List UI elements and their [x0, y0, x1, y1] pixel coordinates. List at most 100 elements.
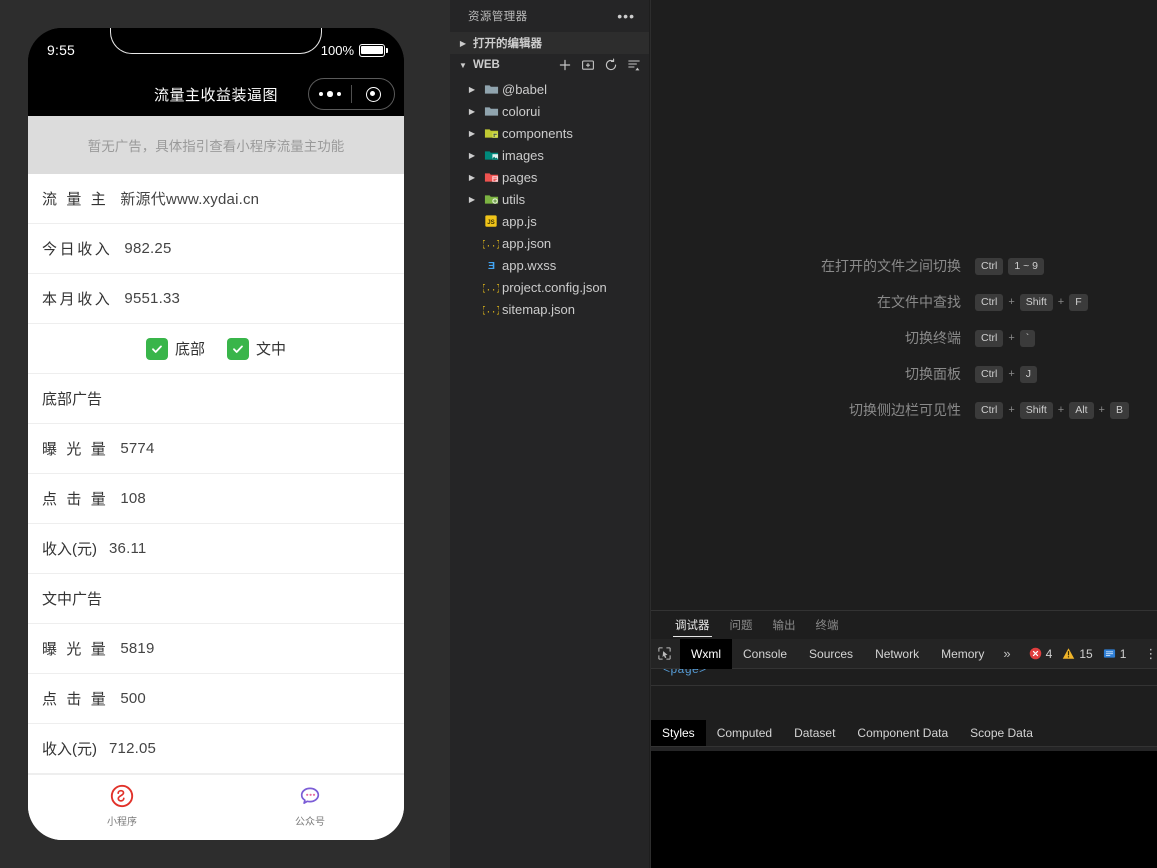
tree-item-utils[interactable]: ▶ utils: [450, 188, 649, 210]
panel-tabs: 调试器 问题 输出 终端: [651, 611, 1157, 639]
warning-count: 15: [1079, 646, 1093, 661]
tree-item-app-json[interactable]: ▶ {..} app.json: [450, 232, 649, 254]
styles-tab-scope-data[interactable]: Scope Data: [959, 720, 1044, 746]
devtools-tab-wxml[interactable]: Wxml: [680, 638, 732, 669]
chevron-right-icon[interactable]: ▶: [464, 129, 480, 138]
chevron-right-icon[interactable]: ▶: [464, 173, 480, 182]
tree-item-app-js[interactable]: ▶ JS app.js: [450, 210, 649, 232]
table-row[interactable]: 本月收入 9551.33: [28, 274, 404, 324]
section-workspace[interactable]: ▼ WEB: [450, 54, 649, 76]
check-icon[interactable]: [145, 337, 168, 360]
chevron-right-icon[interactable]: ▶: [464, 151, 480, 160]
table-row[interactable]: 点 击 量 108: [28, 474, 404, 524]
app-root: 9:55 100% 流量主收益装逼图 暂无广告，具体指引查看小程序流量主功能 流…: [0, 0, 1157, 868]
shortcut-label: 切换面板: [905, 366, 961, 382]
more-actions-icon[interactable]: •••: [617, 9, 635, 23]
tab-official-account[interactable]: 公众号: [216, 783, 404, 828]
styles-content-area: [651, 751, 1157, 868]
tab-output[interactable]: 输出: [763, 611, 806, 639]
table-row[interactable]: 收入(元) 36.11: [28, 524, 404, 574]
devtools-menu-icon[interactable]: ⋮: [1144, 647, 1157, 660]
tree-item-images[interactable]: ▶ images: [450, 144, 649, 166]
shortcut-toggle-sidebar: 切换侧边栏可见性 Ctrl + Shift + Alt + B: [651, 392, 1157, 428]
devtools-tab-memory[interactable]: Memory: [930, 639, 995, 669]
row-value: 500: [120, 690, 146, 707]
refresh-icon[interactable]: [604, 58, 618, 72]
inspect-element-icon[interactable]: [657, 646, 672, 661]
wxml-root-node[interactable]: <page>: [663, 669, 706, 677]
checkbox-bottom[interactable]: 底部: [145, 337, 205, 360]
tab-miniprogram[interactable]: 小程序: [28, 783, 216, 828]
row-value: 9551.33: [124, 290, 181, 307]
row-label: 收入(元): [42, 541, 97, 558]
collapse-all-icon[interactable]: [627, 58, 641, 72]
tree-item-label: app.js: [502, 213, 537, 229]
phone-frame: 9:55 100% 流量主收益装逼图 暂无广告，具体指引查看小程序流量主功能 流…: [28, 28, 404, 840]
styles-tab-dataset[interactable]: Dataset: [783, 720, 846, 746]
table-row[interactable]: 流 量 主 新源代www.xydai.cn: [28, 174, 404, 224]
folder-icon: [480, 192, 502, 207]
key-cap: Alt: [1069, 401, 1094, 419]
tree-item-app-wxss[interactable]: ▶ Ǝ app.wxss: [450, 254, 649, 276]
status-right: 100%: [321, 43, 388, 58]
styles-tab-computed[interactable]: Computed: [706, 720, 783, 746]
editor-area: 在打开的文件之间切换 Ctrl 1 ~ 9 在文件中查找 Ctrl + Shif…: [651, 0, 1157, 610]
tab-label: 公众号: [295, 817, 325, 828]
table-row[interactable]: 收入(元) 712.05: [28, 724, 404, 774]
tree-item-components[interactable]: ▶ components: [450, 122, 649, 144]
checkbox-inline[interactable]: 文中: [227, 337, 286, 360]
shortcut-label: 切换终端: [905, 330, 961, 346]
more-menu-icon[interactable]: [309, 91, 351, 97]
official-account-icon: [297, 783, 323, 809]
folder-icon: [480, 126, 502, 141]
tree-item-colorui[interactable]: ▶ colorui: [450, 100, 649, 122]
tab-debugger[interactable]: 调试器: [665, 611, 720, 639]
new-file-icon[interactable]: [558, 58, 572, 72]
tab-terminal[interactable]: 终端: [806, 611, 849, 639]
devtools-tab-console[interactable]: Console: [732, 639, 798, 669]
wxml-tree-view[interactable]: <page>: [651, 669, 1157, 685]
check-icon[interactable]: [227, 337, 249, 360]
key-plus: +: [1008, 368, 1015, 380]
shortcut-find-in-files: 在文件中查找 Ctrl + Shift + F: [651, 284, 1157, 320]
tree-item-project-config-json[interactable]: ▶ {..} project.config.json: [450, 276, 649, 298]
tree-item-pages[interactable]: ▶ pages: [450, 166, 649, 188]
key-cap: Ctrl: [975, 293, 1004, 311]
table-row[interactable]: 点 击 量 500: [28, 674, 404, 724]
table-row[interactable]: 今日收入 982.25: [28, 224, 404, 274]
row-value: 36.11: [109, 540, 147, 557]
svg-text:{..}: {..}: [483, 284, 499, 294]
shortcut-keys: Ctrl + Shift + F: [975, 293, 1088, 311]
table-row[interactable]: 曝 光 量 5774: [28, 424, 404, 474]
chevron-right-icon[interactable]: ▶: [464, 195, 480, 204]
chevron-right-icon[interactable]: ▶: [464, 107, 480, 116]
tree-item-babel[interactable]: ▶ @babel: [450, 78, 649, 100]
json-icon: {..}: [480, 302, 502, 316]
key-cap: J: [1019, 365, 1038, 383]
key-plus: +: [1008, 296, 1015, 308]
devtools-tab-sources[interactable]: Sources: [798, 639, 864, 669]
styles-tab-styles[interactable]: Styles: [651, 720, 706, 746]
tree-item-label: pages: [502, 169, 538, 185]
wechat-capsule[interactable]: [308, 78, 395, 110]
checkbox-label: 底部: [174, 341, 205, 358]
key-plus: +: [1098, 404, 1105, 416]
error-count: 4: [1045, 646, 1053, 661]
json-icon: {..}: [480, 280, 502, 294]
chevron-right-icon[interactable]: ▶: [464, 85, 480, 94]
devtools-tab-network[interactable]: Network: [864, 639, 930, 669]
tab-problems[interactable]: 问题: [720, 611, 763, 639]
explorer-header: 资源管理器 •••: [450, 0, 649, 32]
styles-tab-component-data[interactable]: Component Data: [846, 720, 959, 746]
tree-item-label: app.json: [502, 235, 552, 251]
devtools-overflow-icon[interactable]: »: [995, 646, 1018, 661]
explorer-sidebar: 资源管理器 ••• ▶ 打开的编辑器 ▼ WEB ▶ @babel ▶ colo…: [450, 0, 650, 868]
folder-icon: [480, 82, 502, 97]
section-open-editors[interactable]: ▶ 打开的编辑器: [450, 32, 649, 54]
close-target-icon[interactable]: [352, 86, 394, 102]
row-value: 5774: [120, 440, 155, 457]
page-body: 暂无广告，具体指引查看小程序流量主功能 流 量 主 新源代www.xydai.c…: [28, 116, 404, 840]
new-folder-icon[interactable]: [581, 58, 595, 72]
table-row[interactable]: 曝 光 量 5819: [28, 624, 404, 674]
tree-item-sitemap-json[interactable]: ▶ {..} sitemap.json: [450, 298, 649, 320]
